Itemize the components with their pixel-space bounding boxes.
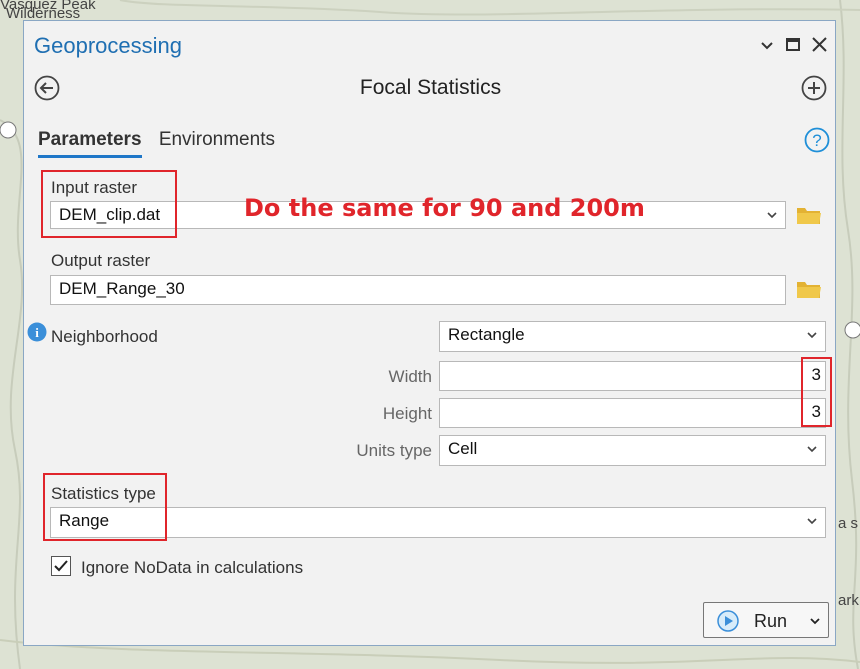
height-label: Height [382,404,432,423]
annotation-box-size [801,357,832,427]
chevron-down-icon[interactable] [807,444,817,454]
maximize-icon[interactable] [785,35,801,55]
annotation-text: Do the same for 90 and 200m [244,194,645,222]
units-type-select[interactable]: Cell [439,435,826,466]
svg-text:?: ? [812,131,821,150]
run-label: Run [754,611,788,631]
output-raster-label: Output raster [51,251,151,270]
units-type-label: Units type [356,441,432,460]
pane-title: Geoprocessing [34,33,182,58]
geoprocessing-pane: Geoprocessing Focal Statistics Parameter… [23,20,836,646]
annotation-box-statistics-type [43,473,167,541]
chevron-down-icon[interactable] [807,516,817,526]
map-edge-text: a s [838,515,859,532]
annotation-box-input-raster [41,170,177,238]
help-icon[interactable]: ? [804,127,830,153]
run-button[interactable]: Run [703,602,829,638]
height-input[interactable]: 3 [439,398,826,428]
close-icon[interactable] [811,35,829,55]
ignore-nodata-label: Ignore NoData in calculations [81,558,304,577]
map-edge-text: ark [838,592,859,609]
checkmark-icon [54,560,68,572]
neighborhood-label: Neighborhood [51,327,158,346]
width-label: Width [388,367,432,386]
neighborhood-value: Rectangle [448,325,525,344]
folder-icon[interactable] [796,204,822,226]
chevron-down-icon[interactable] [767,210,777,220]
output-raster-field[interactable]: DEM_Range_30 [50,275,786,305]
width-input[interactable]: 3 [439,361,826,391]
units-type-value: Cell [448,439,478,458]
tool-title: Focal Statistics [359,76,502,99]
output-raster-value: DEM_Range_30 [59,279,185,298]
info-icon[interactable]: i [27,322,47,342]
tab-bar: Parameters Environments [38,129,287,158]
tab-parameters[interactable]: Parameters [38,129,142,158]
chevron-down-icon[interactable] [760,35,774,55]
play-icon [717,610,739,632]
chevron-down-icon[interactable] [810,616,820,626]
svg-text:i: i [35,325,39,340]
neighborhood-select[interactable]: Rectangle [439,321,826,352]
chevron-down-icon[interactable] [807,330,817,340]
folder-icon[interactable] [796,278,822,300]
tab-environments[interactable]: Environments [159,129,275,155]
add-button[interactable] [801,75,827,101]
ignore-nodata-checkbox[interactable] [51,556,71,576]
